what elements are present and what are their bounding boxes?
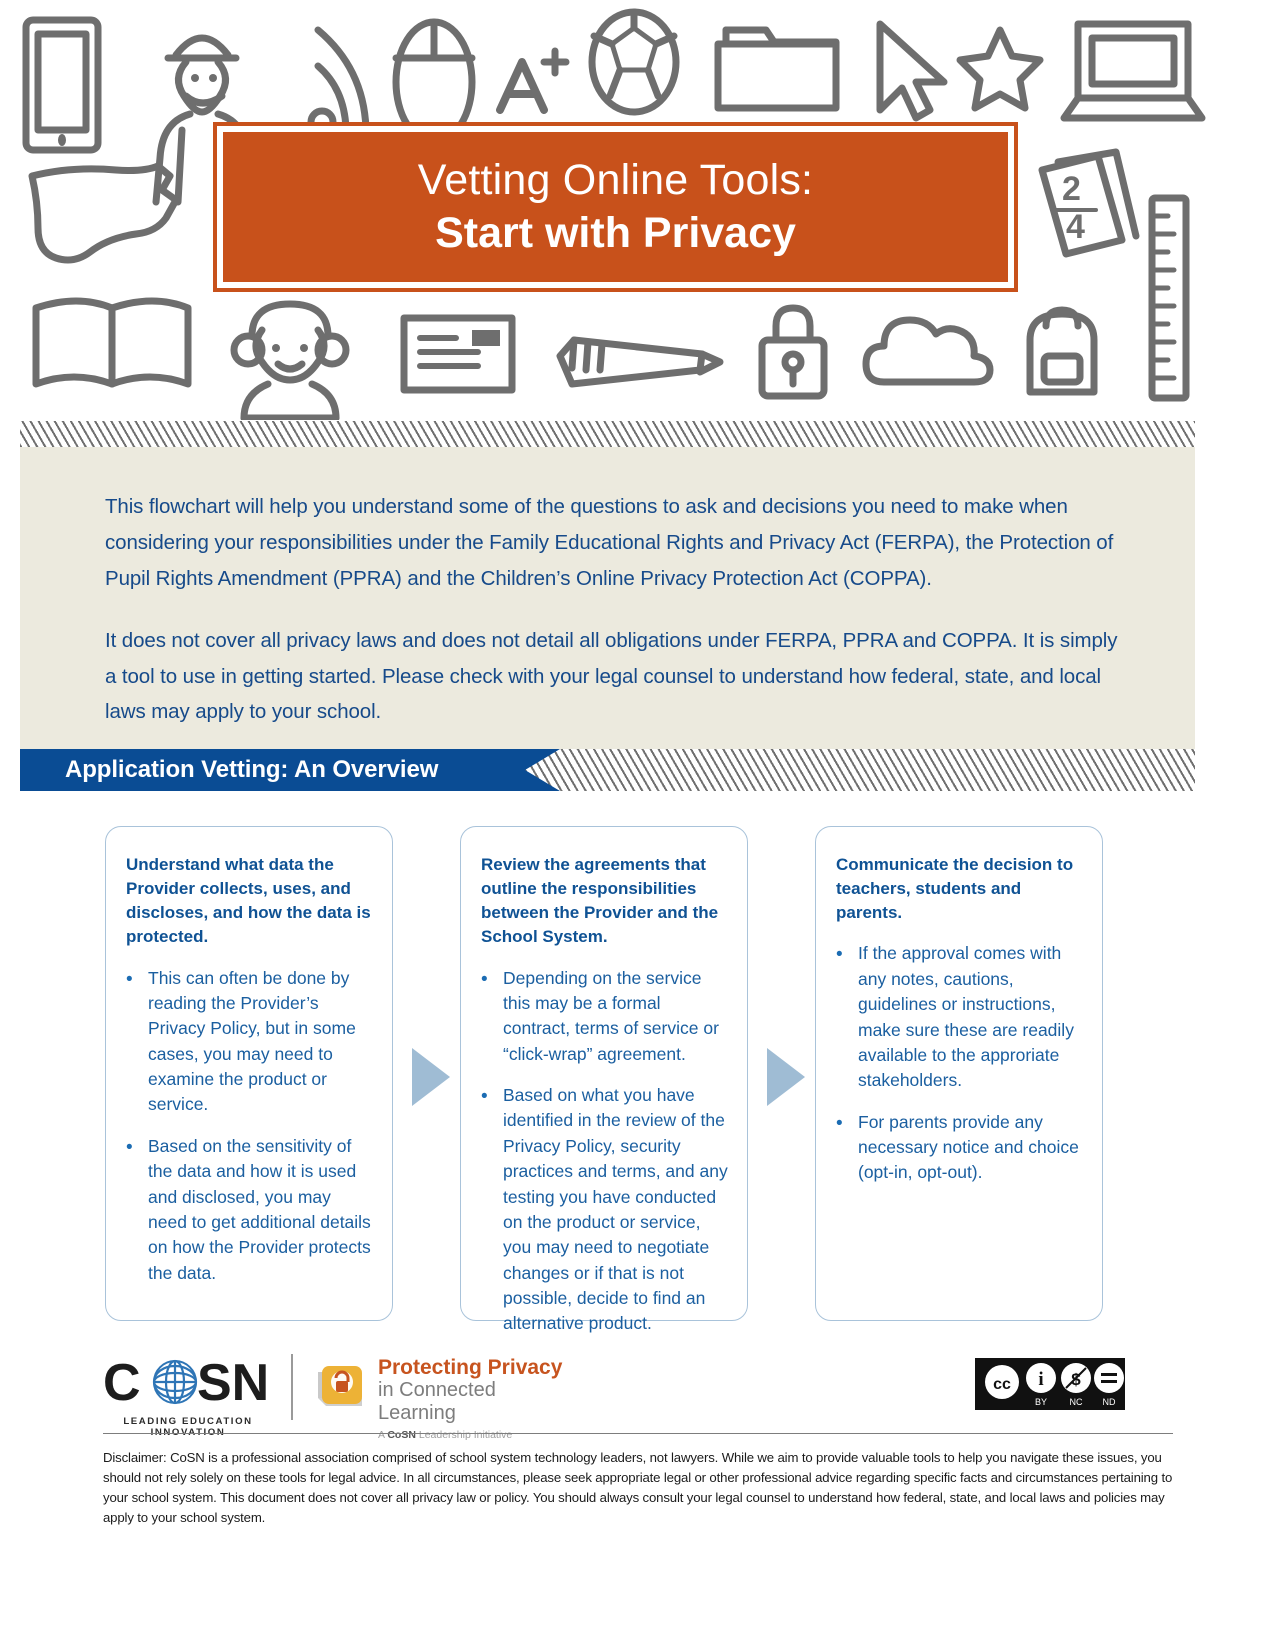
flow-arrow-icon xyxy=(767,1048,805,1106)
footer-logos: C SN LEADING EDUCATION INNOVATION Protec… xyxy=(0,1340,1275,1443)
envelope-icon xyxy=(400,314,516,394)
laptop-icon xyxy=(1060,20,1206,122)
title-plaque: Vetting Online Tools: Start with Privacy xyxy=(213,122,1018,292)
footer-divider xyxy=(103,1433,1173,1434)
tablet-icon xyxy=(22,16,102,154)
ruler-icon xyxy=(1148,194,1190,402)
bullet-dot-icon: • xyxy=(836,1112,843,1134)
bullet-text: Depending on the service this may be a f… xyxy=(503,967,719,1064)
cc-badge-svg: cc i $ BY NC ND xyxy=(975,1358,1125,1410)
infographic-page: 2 4 Vetting Online Tools: Start with Pri… xyxy=(0,0,1275,1650)
folder-icon xyxy=(714,26,840,112)
intro-paragraph-1: This flowchart will help you understand … xyxy=(105,495,1114,590)
flashcards-icon: 2 4 xyxy=(1038,148,1140,258)
bullet-text: This can often be done by reading the Pr… xyxy=(148,967,356,1115)
creative-commons-badge: cc i $ BY NC ND xyxy=(975,1358,1125,1410)
usa-map-icon xyxy=(28,162,180,264)
protecting-privacy-lock-icon xyxy=(318,1366,362,1406)
card-bullet: • Depending on the service this may be a… xyxy=(481,966,729,1068)
student-girl-icon xyxy=(230,300,350,420)
pp-line-1: Protecting Privacy xyxy=(378,1356,563,1379)
cc-label-nd: ND xyxy=(1103,1397,1116,1407)
open-book-icon xyxy=(32,297,192,388)
card-review-agreements: Review the agreements that outline the r… xyxy=(460,826,748,1333)
bullet-text: Based on the sensitivity of the data and… xyxy=(148,1135,371,1283)
page-title-line2: Start with Privacy xyxy=(435,209,796,257)
bullet-text: For parents provide any necessary notice… xyxy=(858,1111,1079,1183)
pp-line3-brand: CoSN xyxy=(387,1429,416,1442)
pp-line3-prefix: A xyxy=(378,1429,388,1442)
padlock-icon xyxy=(758,304,828,400)
card-title: Understand what data the Provider collec… xyxy=(126,855,371,947)
card-title: Communicate the decision to teachers, st… xyxy=(836,855,1074,923)
pp-line3-suffix: Leadership Initiative xyxy=(415,1429,513,1442)
cosn-logo-icon: C SN xyxy=(103,1356,269,1412)
cloud-icon xyxy=(862,316,994,386)
card-title: Review the agreements that outline the r… xyxy=(481,855,719,947)
card-bullet: • Based on what you have identified in t… xyxy=(481,1083,729,1337)
a-plus-icon xyxy=(496,47,570,114)
intro-block: This flowchart will help you understand … xyxy=(20,447,1195,752)
bullet-dot-icon: • xyxy=(126,1136,133,1158)
section-title: Application Vetting: An Overview xyxy=(65,756,439,783)
svg-text:C: C xyxy=(103,1356,141,1412)
cc-label-by: BY xyxy=(1035,1397,1047,1407)
cosn-tagline: LEADING EDUCATION INNOVATION xyxy=(123,1416,253,1438)
svg-text:i: i xyxy=(1038,1369,1043,1390)
bullet-dot-icon: • xyxy=(836,944,843,966)
protecting-privacy-wordmark: Protecting Privacy in Connected Learning… xyxy=(378,1356,568,1443)
cursor-arrow-icon xyxy=(876,20,948,122)
pp-line-3: A CoSN Leadership Initiative xyxy=(378,1428,568,1443)
bullet-dot-icon: • xyxy=(481,1086,488,1107)
card-understand-data: Understand what data the Provider collec… xyxy=(105,826,393,1321)
bullet-text: If the approval comes with any notes, ca… xyxy=(858,943,1074,1091)
hatch-divider xyxy=(20,421,1195,447)
pencil-icon xyxy=(556,336,724,388)
pp-line-2: in Connected Learning xyxy=(378,1379,496,1425)
bullet-dot-icon: • xyxy=(126,968,133,990)
star-icon xyxy=(956,26,1044,112)
svg-text:cc: cc xyxy=(993,1376,1011,1393)
section-hatch xyxy=(520,749,1195,791)
overview-cards: Understand what data the Provider collec… xyxy=(0,826,1275,1336)
section-header: Application Vetting: An Overview xyxy=(20,749,1195,791)
disclaimer-text: Disclaimer: CoSN is a professional assoc… xyxy=(103,1450,1173,1526)
bullet-text: Based on what you have identified in the… xyxy=(503,1085,728,1334)
logo-divider xyxy=(291,1354,293,1420)
soccer-ball-icon xyxy=(588,8,680,116)
card-bullet: • For parents provide any necessary noti… xyxy=(836,1110,1084,1186)
section-bar: Application Vetting: An Overview xyxy=(20,749,560,791)
page-title-line1: Vetting Online Tools: xyxy=(417,155,814,204)
backpack-icon xyxy=(1026,306,1098,396)
intro-paragraph-2: It does not cover all privacy laws and d… xyxy=(105,628,1118,724)
card-bullet: • This can often be done by reading the … xyxy=(126,966,374,1118)
svg-text:2: 2 xyxy=(1062,170,1081,208)
svg-text:4: 4 xyxy=(1066,208,1085,246)
card-bullet: • If the approval comes with any notes, … xyxy=(836,941,1084,1093)
cc-label-nc: NC xyxy=(1070,1397,1083,1407)
bullet-dot-icon: • xyxy=(481,968,488,990)
svg-text:SN: SN xyxy=(197,1356,269,1412)
card-communicate-decision: Communicate the decision to teachers, st… xyxy=(815,826,1103,1321)
flow-arrow-icon xyxy=(412,1048,450,1106)
card-bullet: • Based on the sensitivity of the data a… xyxy=(126,1134,374,1286)
